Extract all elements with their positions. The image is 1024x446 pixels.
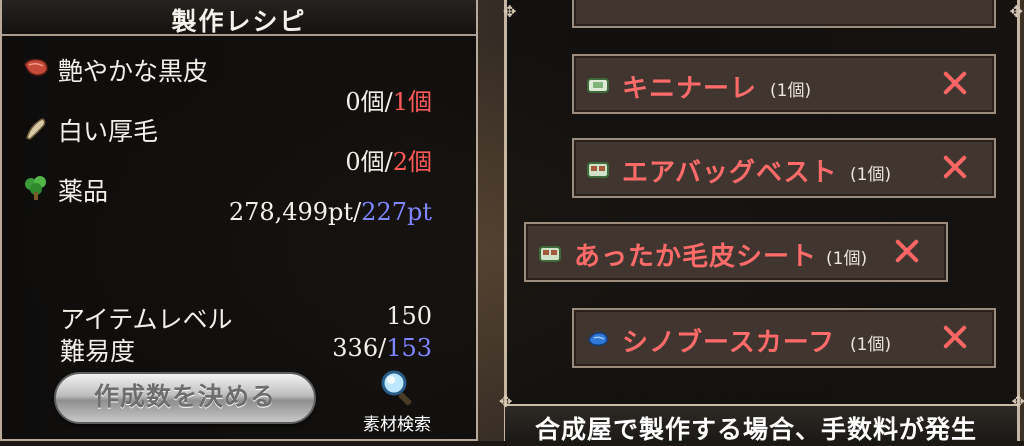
- recipe-panel: 製作レシピ 艶やかな黒皮 0個/1個 白い厚毛 0個/2個 薬品 278,499…: [0, 0, 478, 441]
- queue-item[interactable]: キニナーレ (1個): [572, 54, 996, 114]
- queue-item[interactable]: シノブースカーフ (1個): [572, 308, 996, 368]
- material-have: 278,499pt: [228, 198, 354, 226]
- corner-ornament-icon: ✥: [1009, 2, 1023, 21]
- red-leather-icon: [24, 58, 48, 76]
- queue-item-name: キニナーレ: [622, 74, 758, 104]
- book-icon: [587, 78, 609, 93]
- queue-item-name: あったか毛皮シート: [574, 242, 818, 272]
- fur-icon: [26, 118, 46, 140]
- corner-ornament-icon: ✥: [503, 2, 517, 21]
- decide-quantity-button[interactable]: 作成数を決める: [54, 372, 316, 424]
- difficulty-sep: /: [378, 334, 387, 362]
- difficulty-have: 336: [332, 334, 379, 362]
- material-sep: /: [353, 198, 362, 226]
- magnifier-icon: [381, 370, 412, 406]
- material-search-button[interactable]: 素材検索: [354, 368, 440, 435]
- queue-item-name: エアバッグベスト: [622, 158, 838, 188]
- queue-item-qty: (1個): [826, 249, 868, 269]
- queue-item-selected[interactable]: あったか毛皮シート (1個): [524, 222, 948, 282]
- recipe-title-bar: 製作レシピ: [2, 0, 476, 36]
- remove-x-icon[interactable]: [942, 70, 968, 96]
- material-name: 薬品: [58, 177, 109, 206]
- queue-item-qty: (1個): [770, 81, 812, 101]
- remove-x-icon[interactable]: [942, 324, 968, 350]
- material-need: 227pt: [361, 198, 432, 226]
- queue-item-partial[interactable]: [572, 0, 996, 28]
- queue-item[interactable]: エアバッグベスト (1個): [572, 138, 996, 198]
- material-search-label: 素材検索: [363, 415, 431, 435]
- item-level-label: アイテムレベル: [60, 305, 233, 334]
- remove-x-icon[interactable]: [942, 154, 968, 180]
- box-icon: [587, 162, 609, 178]
- difficulty-value: 336/153: [332, 334, 432, 362]
- corner-ornament-icon: ✥: [1011, 392, 1024, 411]
- recipe-title: 製作レシピ: [171, 7, 307, 36]
- herb-icon: [25, 176, 46, 200]
- queue-item-name: シノブースカーフ: [622, 328, 836, 358]
- remove-x-icon[interactable]: [894, 238, 920, 264]
- box-icon: [539, 246, 561, 262]
- item-level-value: 150: [386, 302, 432, 330]
- difficulty-label: 難易度: [60, 337, 136, 366]
- difficulty-need: 153: [386, 334, 432, 362]
- fee-notice-bar: ✥ ✥ 合成屋で製作する場合、手数料が発生: [499, 392, 1024, 444]
- material-count: 278,499pt/227pt: [229, 198, 432, 226]
- queue-item-qty: (1個): [850, 335, 892, 355]
- scarf-icon: [588, 332, 608, 346]
- material-name: 艶やかな黒皮: [58, 57, 209, 86]
- material-name: 白い厚毛: [58, 117, 159, 146]
- queue-item-qty: (1個): [850, 165, 892, 185]
- corner-ornament-icon: ✥: [499, 392, 513, 411]
